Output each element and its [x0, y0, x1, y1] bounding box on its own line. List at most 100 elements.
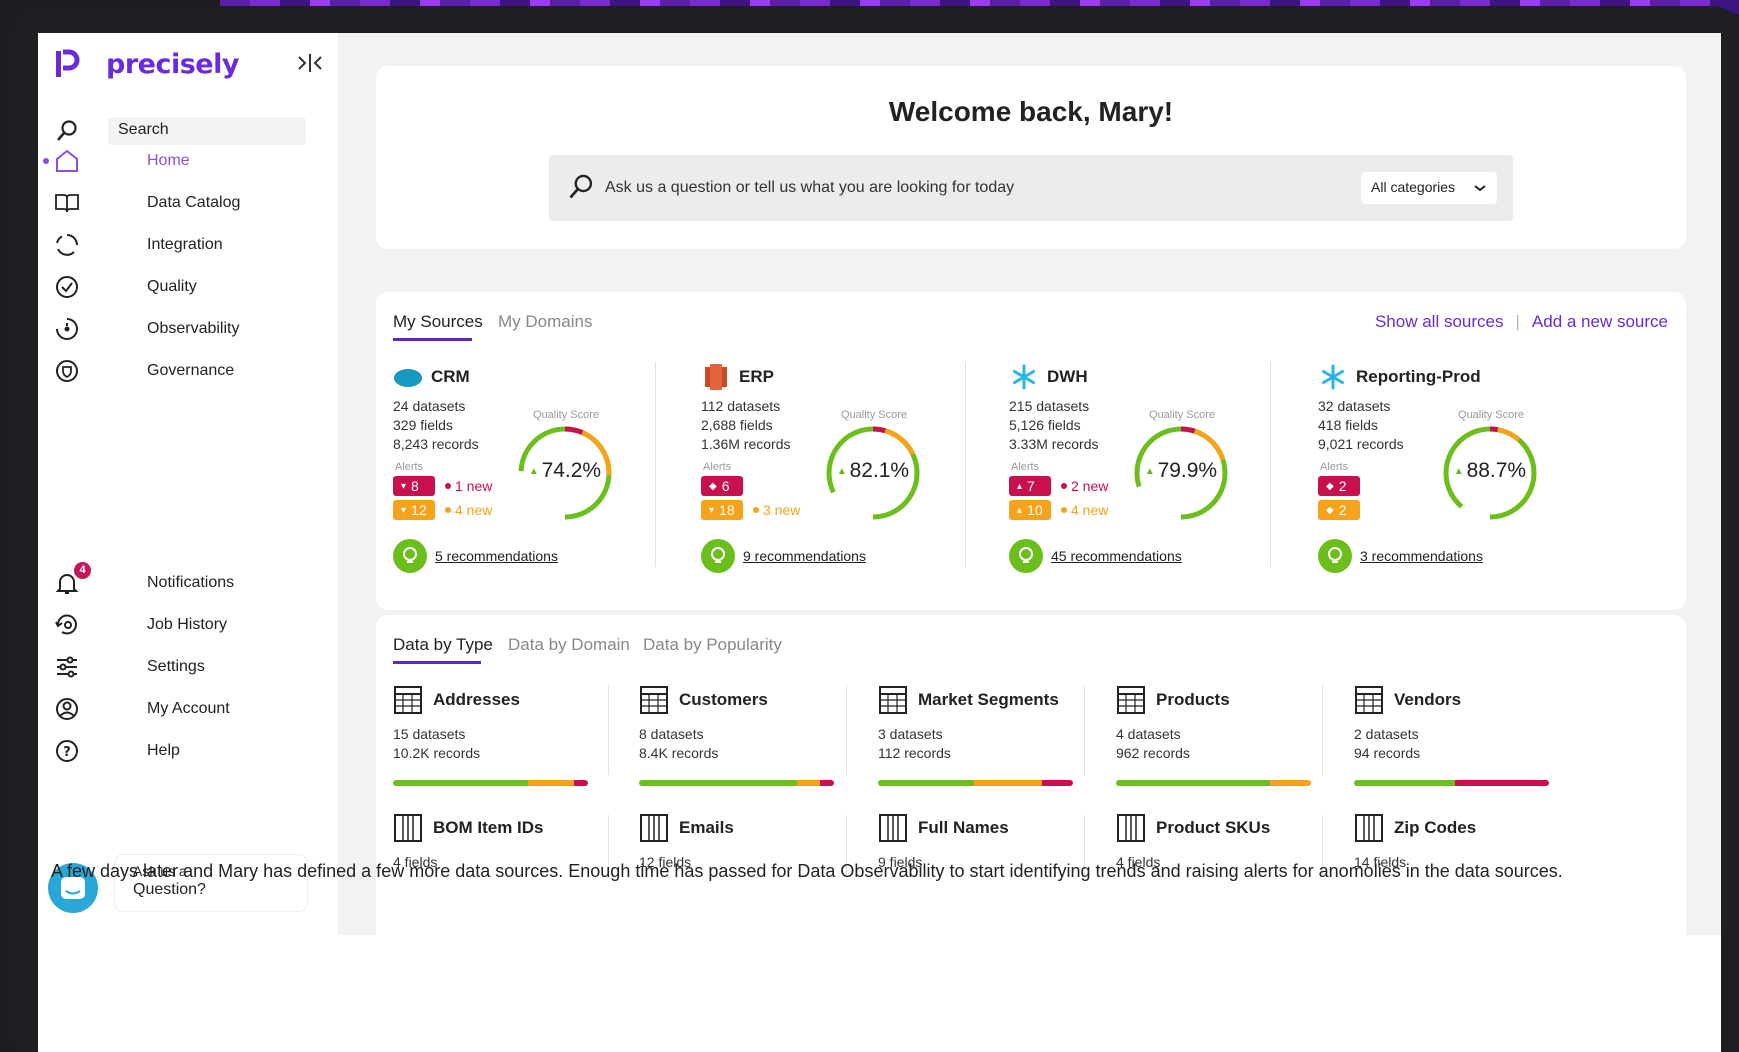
category-select-value: All categories	[1371, 179, 1456, 195]
alert-row[interactable]: ◆ 2	[1318, 500, 1360, 520]
divider	[1322, 685, 1323, 775]
alert-row[interactable]: ▾ 8 1 new	[393, 476, 492, 496]
tab-data-by-type[interactable]: Data by Type	[393, 635, 493, 655]
new-alerts: 3 new	[753, 502, 800, 518]
recommendations[interactable]: 5 recommendations	[393, 539, 558, 573]
quality-bar-bad	[574, 780, 588, 786]
alert-row[interactable]: ◆ 6	[701, 476, 743, 496]
sidebar-item-job-history[interactable]: Job History	[52, 608, 332, 642]
table-icon	[394, 686, 422, 714]
lightbulb-icon	[1009, 539, 1043, 573]
sidebar-item-label: Integration	[147, 236, 223, 253]
source-card-erp[interactable]: ERP 112 datasets 2,688 fields 1.36M records…	[701, 364, 946, 573]
source-card-reporting-prod[interactable]: Reporting-Prod 32 datasets 418 fields 9,021…	[1318, 364, 1563, 573]
source-name: CRM	[431, 367, 470, 386]
alert-badge[interactable]: ◆ 6	[701, 476, 743, 496]
source-header: CRM	[393, 364, 470, 390]
tab-data-by-domain[interactable]: Data by Domain	[508, 635, 630, 655]
quality-score-label: Quality Score	[533, 409, 600, 421]
precisely-logo-icon	[56, 49, 80, 77]
recommendations-link[interactable]: 5 recommendations	[435, 548, 558, 564]
brand[interactable]: precisely	[54, 47, 239, 81]
alert-row[interactable]: ▴ 10 4 new	[1009, 500, 1108, 520]
table-icon	[640, 686, 668, 714]
sidebar-item-integration[interactable]: Integration	[52, 228, 332, 262]
sidebar-item-quality[interactable]: Quality	[52, 270, 332, 304]
type-card[interactable]: Products 4 datasets 962 records	[1116, 685, 1316, 786]
collapse-sidebar-icon[interactable]	[296, 51, 324, 75]
record-count: 3.33M records	[1009, 436, 1099, 452]
alert-badge[interactable]: ▴ 7	[1009, 476, 1051, 496]
recommendations[interactable]: 45 recommendations	[1009, 539, 1182, 573]
alert-row[interactable]: ▾ 12 4 new	[393, 500, 492, 520]
sidebar-item-observability[interactable]: Observability	[52, 312, 332, 346]
sidebar: precisely Search Home Data Catalog Integ…	[38, 33, 338, 935]
source-card-dwh[interactable]: DWH 215 datasets 5,126 fields 3.33M records…	[1009, 364, 1254, 573]
type-card[interactable]: Vendors 2 datasets 94 records	[1354, 685, 1554, 786]
score-text: 88.7%	[1466, 459, 1527, 482]
source-card-crm[interactable]: CRM 24 datasets 329 fields 8,243 records Ale…	[393, 364, 638, 573]
sidebar-item-home[interactable]: Home	[43, 144, 332, 178]
governance-shield-icon	[52, 356, 82, 386]
alert-badge[interactable]: ◆ 2	[1318, 476, 1360, 496]
record-count: 8,243 records	[393, 436, 479, 452]
alert-badge[interactable]: ◆ 2	[1318, 500, 1360, 520]
user-circle-icon	[52, 694, 82, 724]
column-icon	[1117, 814, 1145, 842]
alert-badge[interactable]: ▴ 10	[1009, 500, 1051, 520]
sidebar-item-settings[interactable]: Settings	[52, 650, 332, 684]
quality-bar-good	[878, 780, 974, 786]
tab-my-domains[interactable]: My Domains	[498, 312, 592, 332]
sidebar-search-input[interactable]: Search	[108, 117, 306, 145]
add-new-source-link[interactable]: Add a new source	[1532, 312, 1668, 332]
dataset-count: 215 datasets	[1009, 398, 1090, 414]
type-card[interactable]: Customers 8 datasets 8.4K records	[639, 685, 839, 786]
type-dataset-count: 3 datasets	[878, 726, 943, 742]
quality-score-value: ▲ 88.7%	[1440, 459, 1540, 483]
score-text: 82.1%	[849, 459, 910, 482]
recommendations-link[interactable]: 3 recommendations	[1360, 548, 1483, 564]
source-name: DWH	[1047, 367, 1088, 386]
source-header: ERP	[701, 364, 774, 390]
type-name: Zip Codes	[1394, 818, 1477, 837]
show-all-sources-link[interactable]: Show all sources	[1375, 312, 1504, 332]
column-icon	[394, 814, 422, 842]
alert-badge[interactable]: ▾ 12	[393, 500, 435, 520]
divider	[655, 362, 656, 567]
type-header: Emails	[639, 813, 839, 843]
global-search-bar[interactable]: Ask us a question or tell us what you ar…	[549, 155, 1513, 221]
type-card[interactable]: Addresses 15 datasets 10.2K records	[393, 685, 593, 786]
quality-bar	[1116, 780, 1311, 786]
sidebar-item-data-catalog[interactable]: Data Catalog	[52, 186, 332, 220]
quality-bar	[878, 780, 1073, 786]
recommendations-link[interactable]: 45 recommendations	[1051, 548, 1182, 564]
recommendations-link[interactable]: 9 recommendations	[743, 548, 866, 564]
new-alerts-text: 3 new	[763, 502, 801, 518]
alert-row[interactable]: ▴ 7 2 new	[1009, 476, 1108, 496]
global-search-input[interactable]: Ask us a question or tell us what you ar…	[605, 179, 1014, 197]
field-count: 5,126 fields	[1009, 417, 1081, 433]
sidebar-item-my-account[interactable]: My Account	[52, 692, 332, 726]
trend-icon: ◆	[1326, 504, 1334, 516]
divider	[965, 362, 966, 567]
alert-badge[interactable]: ▾ 8	[393, 476, 435, 496]
source-header: DWH	[1009, 364, 1088, 390]
alert-badge[interactable]: ▾ 18	[701, 500, 743, 520]
sidebar-item-help[interactable]: ? Help	[52, 734, 332, 768]
sidebar-item-governance[interactable]: Governance	[52, 354, 332, 388]
alert-row[interactable]: ▾ 18 3 new	[701, 500, 800, 520]
dataset-count: 32 datasets	[1318, 398, 1391, 414]
sidebar-item-label: Observability	[147, 320, 240, 337]
tab-data-by-popularity[interactable]: Data by Popularity	[643, 635, 782, 655]
tab-my-sources[interactable]: My Sources	[393, 312, 483, 332]
recommendations[interactable]: 3 recommendations	[1318, 539, 1483, 573]
alert-count: 2	[1338, 478, 1347, 494]
quality-score-label: Quality Score	[1458, 409, 1525, 421]
sidebar-item-notifications[interactable]: 4 Notifications	[52, 562, 332, 600]
quality-score-value: ▲ 74.2%	[515, 459, 615, 483]
alert-row[interactable]: ◆ 2	[1318, 476, 1360, 496]
recommendations[interactable]: 9 recommendations	[701, 539, 866, 573]
type-card[interactable]: Market Segments 3 datasets 112 records	[878, 685, 1078, 786]
sidebar-item-label: Quality	[147, 278, 197, 295]
category-select[interactable]: All categories	[1361, 172, 1497, 204]
